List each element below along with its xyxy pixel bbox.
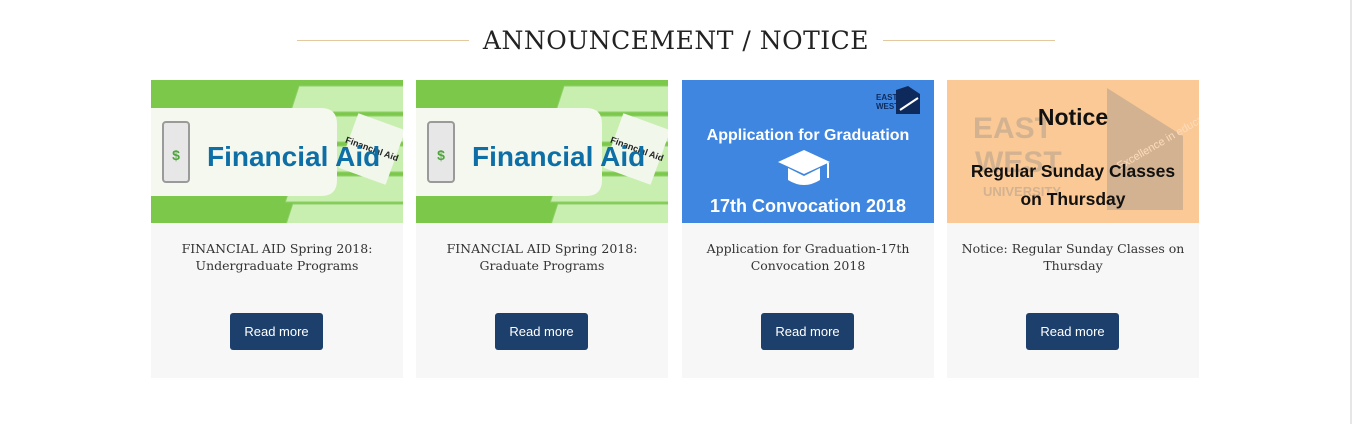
card-title[interactable]: FINANCIAL AID Spring 2018: Graduate Prog… <box>428 240 656 274</box>
announcement-cards: Financial Aid $ Financial Aid FINANCIAL … <box>151 80 1199 378</box>
announcement-card: EAST WEST Application for Graduation 17t… <box>682 80 934 378</box>
thumb-line2: 17th Convocation 2018 <box>710 196 906 216</box>
svg-text:$: $ <box>172 147 180 163</box>
card-title[interactable]: Notice: Regular Sunday Classes on Thursd… <box>959 240 1187 274</box>
read-more-button[interactable]: Read more <box>1026 313 1119 350</box>
svg-text:EAST: EAST <box>876 93 897 102</box>
card-thumbnail-notice[interactable]: EAST WEST UNIVERSITY Excellence in educa… <box>947 80 1199 223</box>
read-more-button[interactable]: Read more <box>761 313 854 350</box>
card-thumbnail-graduation[interactable]: EAST WEST Application for Graduation 17t… <box>682 80 934 223</box>
read-more-button[interactable]: Read more <box>495 313 588 350</box>
announcement-card: Financial Aid $ Financial Aid FINANCIAL … <box>416 80 668 378</box>
thumb-heading: Financial Aid <box>472 141 645 172</box>
card-thumbnail-financial-aid[interactable]: Financial Aid $ Financial Aid <box>416 80 668 223</box>
section-header: ANNOUNCEMENT / NOTICE <box>0 22 1352 58</box>
thumb-line2: on Thursday <box>1020 189 1125 209</box>
card-thumbnail-financial-aid[interactable]: Financial Aid $ Financial Aid <box>151 80 403 223</box>
thumb-line1: Regular Sunday Classes <box>971 161 1176 181</box>
thumb-line1: Application for Graduation <box>707 127 910 144</box>
read-more-button[interactable]: Read more <box>230 313 323 350</box>
announcement-card: EAST WEST UNIVERSITY Excellence in educa… <box>947 80 1199 378</box>
title-rule-right <box>883 39 1056 41</box>
card-title[interactable]: FINANCIAL AID Spring 2018: Undergraduate… <box>163 240 391 274</box>
thumb-heading: Financial Aid <box>207 141 380 172</box>
section-title: ANNOUNCEMENT / NOTICE <box>482 25 870 55</box>
title-rule-left <box>296 39 469 41</box>
svg-text:$: $ <box>437 147 445 163</box>
card-title[interactable]: Application for Graduation-17th Convocat… <box>694 240 922 274</box>
svg-text:WEST: WEST <box>876 102 899 111</box>
thumb-heading: Notice <box>1038 104 1108 130</box>
announcement-card: Financial Aid $ Financial Aid FINANCIAL … <box>151 80 403 378</box>
